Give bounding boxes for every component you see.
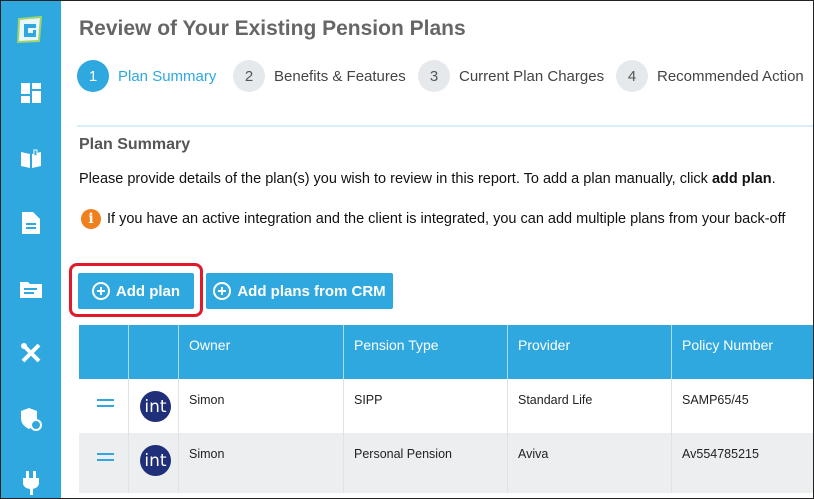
info-icon: i <box>81 209 101 229</box>
drag-cell[interactable] <box>79 379 129 433</box>
step-plan-summary[interactable]: 1 Plan Summary <box>77 60 216 92</box>
header-cell[interactable]: Policy Number <box>672 325 813 379</box>
app-window: Review of Your Existing Pension Plans 1 … <box>0 0 814 499</box>
document-icon[interactable] <box>19 211 43 235</box>
provider-value: Standard Life <box>518 393 593 407</box>
step-label: Plan Summary <box>118 67 217 85</box>
step-benefits-features[interactable]: 2 Benefits & Features <box>233 60 406 92</box>
sidebar <box>1 1 61 498</box>
add-plans-from-crm-button[interactable]: Add plans from CRM <box>206 273 393 309</box>
plus-circle-icon <box>213 282 232 300</box>
owner-cell: Simon <box>179 379 344 433</box>
step-label: Current Plan Charges <box>459 67 605 85</box>
drag-cell[interactable] <box>79 433 129 493</box>
table-row[interactable]: int Simon Personal Pension Aviva Av55478… <box>79 433 813 493</box>
integration-logo: int <box>140 445 171 476</box>
book-icon[interactable] <box>19 147 43 171</box>
tools-icon[interactable] <box>19 341 43 365</box>
drag-handle-icon[interactable] <box>97 399 114 408</box>
pension-type-cell: SIPP <box>344 379 508 433</box>
dashboard-icon[interactable] <box>19 81 43 105</box>
header-provider: Provider <box>518 337 571 353</box>
description-suffix: . <box>771 171 776 187</box>
description-prefix: Please provide details of the plan(s) yo… <box>79 171 712 187</box>
section-description: Please provide details of the plan(s) yo… <box>79 171 776 187</box>
integration-logo: int <box>140 391 171 422</box>
page-title: Review of Your Existing Pension Plans <box>79 17 466 40</box>
pension-type-value: Personal Pension <box>354 447 452 461</box>
provider-cell: Aviva <box>508 433 672 493</box>
step-number: 2 <box>233 60 265 92</box>
pension-type-cell: Personal Pension <box>344 433 508 493</box>
section-divider <box>77 125 813 127</box>
provider-cell: Standard Life <box>508 379 672 433</box>
table-row[interactable]: int Simon SIPP Standard Life SAMP65/45 <box>79 379 813 433</box>
owner-value: Simon <box>189 447 225 461</box>
step-recommended-action[interactable]: 4 Recommended Action <box>616 60 804 92</box>
logo-cell: int <box>129 433 179 493</box>
step-number: 3 <box>418 60 450 92</box>
header-cell <box>79 325 129 379</box>
add-plan-button[interactable]: Add plan <box>78 273 194 309</box>
policy-number-value: Av554785215 <box>682 447 759 461</box>
shield-icon[interactable] <box>19 407 43 431</box>
header-pension-type: Pension Type <box>354 337 439 353</box>
step-current-plan-charges[interactable]: 3 Current Plan Charges <box>418 60 604 92</box>
brand-logo-icon[interactable] <box>15 15 45 45</box>
policy-number-cell: Av554785215 <box>672 433 813 493</box>
owner-value: Simon <box>189 393 225 407</box>
policy-number-cell: SAMP65/45 <box>672 379 813 433</box>
provider-value: Aviva <box>518 447 549 461</box>
section-title: Plan Summary <box>79 136 191 153</box>
main-content: Review of Your Existing Pension Plans 1 … <box>61 1 813 498</box>
step-label: Benefits & Features <box>274 67 406 85</box>
pension-type-value: SIPP <box>354 393 383 407</box>
header-cell[interactable]: Owner <box>179 325 344 379</box>
plus-circle-icon <box>91 282 110 300</box>
step-number: 4 <box>616 60 648 92</box>
header-cell <box>129 325 179 379</box>
info-notice: i If you have an active integration and … <box>81 209 785 229</box>
header-owner: Owner <box>189 337 231 353</box>
header-policy-number: Policy Number <box>682 337 774 353</box>
owner-cell: Simon <box>179 433 344 493</box>
logo-cell: int <box>129 379 179 433</box>
info-text: If you have an active integration and th… <box>107 211 786 227</box>
step-label: Recommended Action <box>657 67 804 85</box>
add-plan-label: Add plan <box>115 282 181 300</box>
folder-icon[interactable] <box>19 277 43 301</box>
description-bold: add plan <box>711 171 772 187</box>
table-header: Owner Pension Type Provider Policy Numbe… <box>79 325 813 379</box>
header-cell[interactable]: Provider <box>508 325 672 379</box>
plug-icon[interactable] <box>19 471 43 495</box>
header-cell[interactable]: Pension Type <box>344 325 508 379</box>
policy-number-value: SAMP65/45 <box>682 393 749 407</box>
drag-handle-icon[interactable] <box>97 453 114 462</box>
step-number: 1 <box>77 60 109 92</box>
add-plans-crm-label: Add plans from CRM <box>237 282 386 300</box>
